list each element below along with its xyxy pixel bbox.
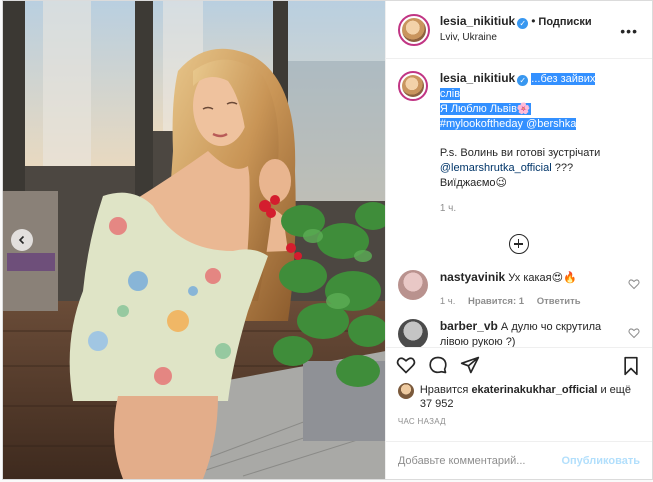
publish-button[interactable]: Опубликовать	[561, 455, 640, 467]
liker-avatar[interactable]	[397, 383, 414, 399]
comment-input[interactable]	[397, 454, 558, 467]
more-options-icon[interactable]: •••	[620, 23, 638, 39]
post-sidebar: lesia_nikitiuk ✓ • Подписки Lviv, Ukraine •…	[384, 1, 652, 479]
chevron-left-icon	[18, 235, 25, 245]
like-heart-icon[interactable]	[396, 355, 416, 375]
caption-line2: Я Люблю Львів🌸	[439, 103, 531, 115]
posted-time[interactable]: ЧАС НАЗАД	[386, 415, 652, 441]
comment-like-heart-icon[interactable]	[628, 278, 640, 290]
post-actions	[385, 347, 652, 381]
author-username[interactable]: lesia_nikitiuk	[440, 14, 515, 28]
caption-hashtag[interactable]: #mylookoftheday	[439, 118, 523, 130]
location-link[interactable]: Lviv, Ukraine	[440, 30, 592, 46]
post-photo[interactable]	[3, 1, 385, 479]
comment-bubble-icon[interactable]	[428, 355, 448, 375]
save-bookmark-icon[interactable]	[622, 356, 640, 376]
comment-meta: 1 ч. Нравится: 1 Ответить	[440, 294, 615, 309]
plus-circle-icon	[508, 234, 529, 254]
separator-dot: •	[531, 14, 536, 28]
comment-item: barber_vb А дулю чо скрутила лівою рукою…	[397, 319, 640, 347]
caption-time[interactable]: 1 ч.	[440, 201, 615, 216]
comments-area: lesia_nikitiuk ✓ ...без зайвих слів Я Люб…	[386, 59, 652, 347]
likes-summary: Нравится ekaterinakukhar_official и ещё …	[386, 381, 652, 415]
likes-prefix: Нравится	[419, 384, 469, 396]
caption-ps-line3: Виїджаємо😉	[439, 177, 508, 189]
comment-time[interactable]: 1 ч.	[440, 296, 456, 307]
author-avatar[interactable]	[397, 13, 430, 46]
caption-mention[interactable]: @bershka	[526, 118, 577, 130]
comment-avatar[interactable]	[397, 270, 428, 300]
author-info: lesia_nikitiuk ✓ • Подписки Lviv, Ukraine	[440, 13, 592, 46]
carousel-prev-button[interactable]	[11, 229, 33, 251]
likes-text: Нравится ekaterinakukhar_official и ещё …	[420, 383, 640, 411]
comment-item: nastyavinik Ух какая😍🔥 1 ч. Нравится: 1 …	[397, 270, 640, 309]
comment-like-heart-icon[interactable]	[628, 327, 640, 339]
comment-avatar[interactable]	[397, 319, 428, 347]
comment-username[interactable]: nastyavinik	[440, 270, 505, 284]
comment-username[interactable]: barber_vb	[440, 319, 498, 333]
caption-ps-text: P.s. Волинь ви готові зустрічати	[439, 147, 601, 159]
following-button[interactable]: Подписки	[538, 16, 591, 28]
caption-avatar[interactable]	[397, 71, 428, 101]
comment-body: barber_vb А дулю чо скрутила лівою рукою…	[440, 319, 615, 347]
photo-illustration	[3, 1, 385, 479]
verified-badge-icon: ✓	[517, 18, 529, 29]
caption-ps-mention[interactable]: @lemarshrutka_official	[440, 162, 552, 174]
load-more-comments-button[interactable]	[398, 234, 640, 254]
comment-text: Ух какая😍🔥	[508, 272, 577, 284]
verified-badge-icon: ✓	[517, 75, 529, 86]
caption: lesia_nikitiuk ✓ ...без зайвих слів Я Люб…	[397, 71, 640, 216]
add-comment-bar: Опубликовать	[385, 441, 652, 479]
share-paper-plane-icon[interactable]	[460, 355, 480, 375]
comment-likes[interactable]: Нравится: 1	[468, 296, 524, 307]
caption-username[interactable]: lesia_nikitiuk	[440, 71, 515, 85]
caption-ps-tail: ???	[554, 162, 574, 174]
comment-body: nastyavinik Ух какая😍🔥 1 ч. Нравится: 1 …	[440, 270, 615, 309]
instagram-post: lesia_nikitiuk ✓ • Подписки Lviv, Ukraine •…	[2, 0, 653, 480]
comment-reply-button[interactable]: Ответить	[537, 296, 581, 307]
liker-username[interactable]: ekaterinakukhar_official	[471, 384, 597, 396]
post-header: lesia_nikitiuk ✓ • Подписки Lviv, Ukraine •…	[385, 1, 652, 59]
caption-body: lesia_nikitiuk ✓ ...без зайвих слів Я Люб…	[439, 71, 615, 216]
